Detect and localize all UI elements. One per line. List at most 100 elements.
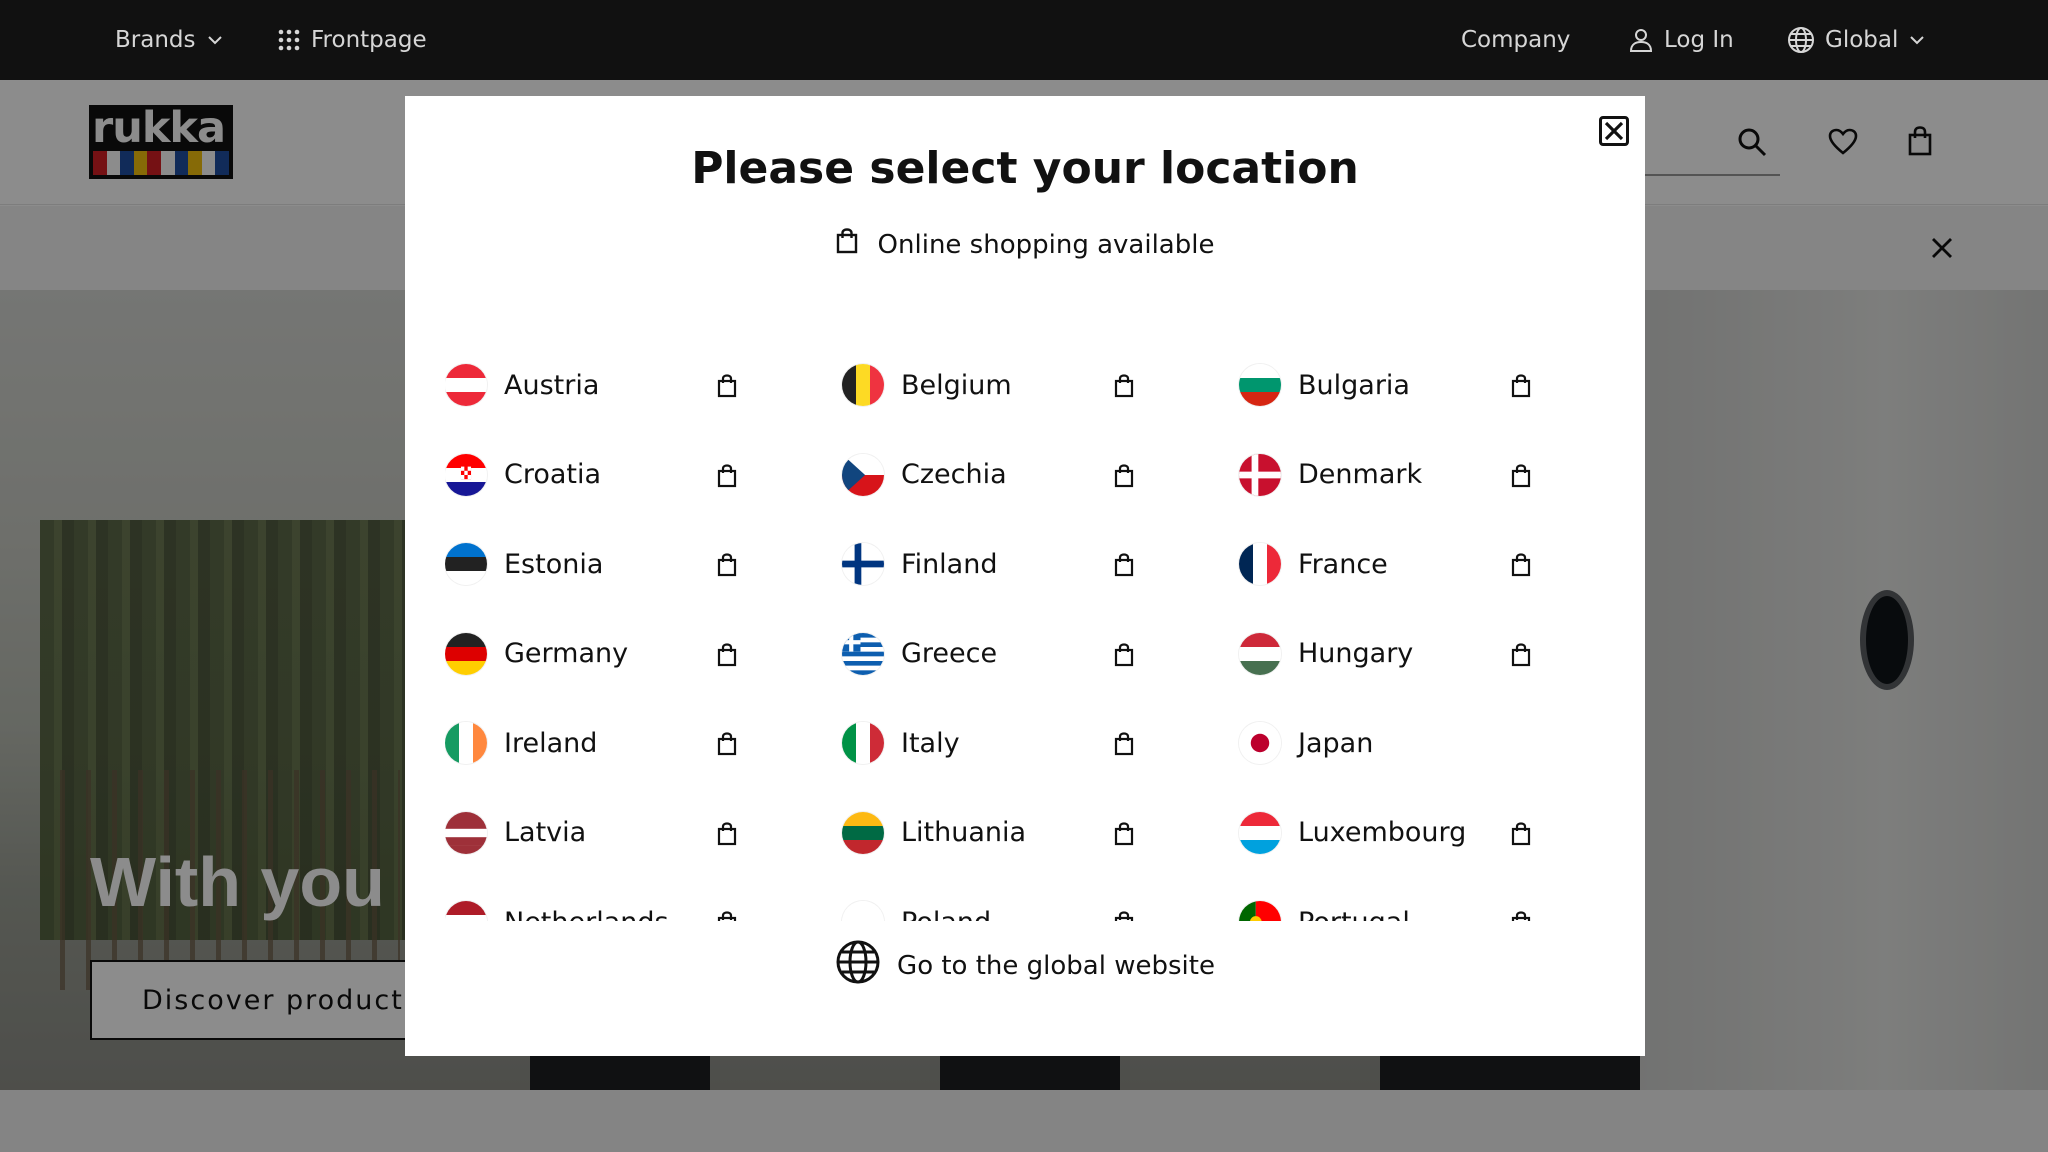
flag-icon [842, 543, 884, 585]
shopping-bag-icon [1511, 821, 1531, 850]
flag-icon [842, 722, 884, 764]
country-name: Netherlands [504, 907, 669, 922]
country-option[interactable]: Netherlands [445, 892, 765, 921]
country-name: Latvia [504, 817, 587, 848]
modal-close-button[interactable] [1599, 116, 1629, 146]
shopping-bag-icon [717, 642, 737, 671]
country-option[interactable]: Austria [445, 355, 765, 415]
country-name: Finland [901, 548, 998, 580]
shopping-bag-icon [1114, 553, 1134, 581]
country-name: Poland [901, 907, 991, 922]
country-option[interactable]: Estonia [445, 534, 765, 594]
country-option[interactable]: Hungary [1239, 624, 1559, 684]
country-name: Lithuania [901, 817, 1027, 848]
flag-icon [1239, 632, 1281, 675]
company-label: Company [1461, 27, 1571, 53]
grid-icon [277, 28, 301, 52]
frontpage-label: Frontpage [311, 27, 427, 53]
chevron-down-icon [206, 31, 224, 49]
shopping-bag-icon [1114, 463, 1134, 492]
brands-menu[interactable]: Brands [115, 0, 224, 80]
shopping-bag-icon [1114, 911, 1134, 921]
flag-icon [1239, 453, 1281, 496]
global-website-link[interactable]: Go to the global website [405, 939, 1645, 992]
flag-icon [1239, 543, 1281, 585]
flag-icon [445, 543, 487, 585]
globe-icon [1787, 26, 1815, 54]
country-option[interactable]: Lithuania [842, 803, 1162, 863]
country-option[interactable]: Bulgaria [1239, 355, 1559, 415]
country-name: Luxembourg [1298, 817, 1467, 848]
flag-icon [1239, 811, 1281, 854]
country-option[interactable]: Italy [842, 713, 1162, 773]
globe-icon [835, 939, 881, 992]
top-utility-bar: Brands Frontpage Company Log In Global [0, 0, 2048, 80]
country-option[interactable]: Latvia [445, 803, 765, 863]
flag-icon [445, 722, 487, 764]
country-list[interactable]: Austria Belgium Bulgaria Croatia Czechia Denm… [445, 321, 1605, 921]
login-link[interactable]: Log In [1628, 0, 1734, 80]
flag-icon [445, 453, 487, 496]
country-name: Germany [504, 638, 629, 669]
shopping-bag-icon [717, 463, 737, 492]
country-option[interactable]: Finland [842, 534, 1162, 594]
country-option[interactable]: Denmark [1239, 445, 1559, 505]
country-option[interactable]: France [1239, 534, 1559, 594]
shopping-bag-icon [1114, 374, 1134, 402]
country-option[interactable]: Japan [1239, 713, 1559, 773]
country-name: Austria [504, 369, 600, 401]
shopping-bag-icon [717, 821, 737, 850]
region-selector[interactable]: Global [1787, 0, 1926, 80]
country-option[interactable]: Luxembourg [1239, 803, 1559, 863]
flag-icon [842, 453, 884, 496]
country-name: Czechia [901, 459, 1007, 490]
shopping-bag-icon [1114, 732, 1134, 760]
country-name: Denmark [1298, 459, 1423, 490]
shopping-bag-icon [836, 228, 858, 261]
flag-icon [445, 632, 487, 675]
region-label: Global [1825, 27, 1899, 53]
shopping-bag-icon [1114, 642, 1134, 671]
company-link[interactable]: Company [1461, 0, 1570, 80]
country-name: Greece [901, 638, 998, 669]
modal-title: Please select your location [691, 143, 1359, 194]
flag-icon [842, 364, 884, 406]
country-option[interactable]: Greece [842, 624, 1162, 684]
country-name: Estonia [504, 548, 604, 580]
shopping-bag-icon [1114, 821, 1134, 850]
shopping-bag-icon [1511, 463, 1531, 492]
shopping-bag-icon [717, 553, 737, 581]
user-icon [1628, 27, 1654, 53]
brands-label: Brands [115, 27, 196, 53]
login-label: Log In [1664, 27, 1734, 53]
country-name: Hungary [1298, 638, 1414, 669]
chevron-down-icon [1908, 31, 1926, 49]
flag-icon [842, 901, 884, 921]
shopping-bag-icon [717, 911, 737, 921]
country-option[interactable]: Ireland [445, 713, 765, 773]
flag-icon [842, 632, 884, 675]
flag-icon [842, 811, 884, 854]
country-option[interactable]: Czechia [842, 445, 1162, 505]
country-name: Croatia [504, 459, 602, 490]
online-shopping-note: Online shopping available [405, 228, 1645, 261]
country-option[interactable]: Portugal [1239, 892, 1559, 921]
country-option[interactable]: Croatia [445, 445, 765, 505]
shopping-bag-icon [717, 374, 737, 402]
shopping-bag-icon [1511, 911, 1531, 921]
flag-icon [445, 811, 487, 854]
frontpage-link[interactable]: Frontpage [277, 0, 427, 80]
country-name: France [1298, 548, 1388, 580]
online-shopping-label: Online shopping available [877, 229, 1215, 260]
country-name: Portugal [1298, 907, 1410, 922]
shopping-bag-icon [1511, 642, 1531, 671]
country-name: Japan [1298, 727, 1374, 759]
country-option[interactable]: Germany [445, 624, 765, 684]
location-modal: Please select your location Online shopp… [405, 96, 1645, 1056]
country-option[interactable]: Poland [842, 892, 1162, 921]
flag-icon [1239, 722, 1281, 764]
shopping-bag-icon [1511, 553, 1531, 581]
country-name: Italy [901, 727, 960, 759]
country-option[interactable]: Belgium [842, 355, 1162, 415]
flag-icon [445, 364, 487, 406]
